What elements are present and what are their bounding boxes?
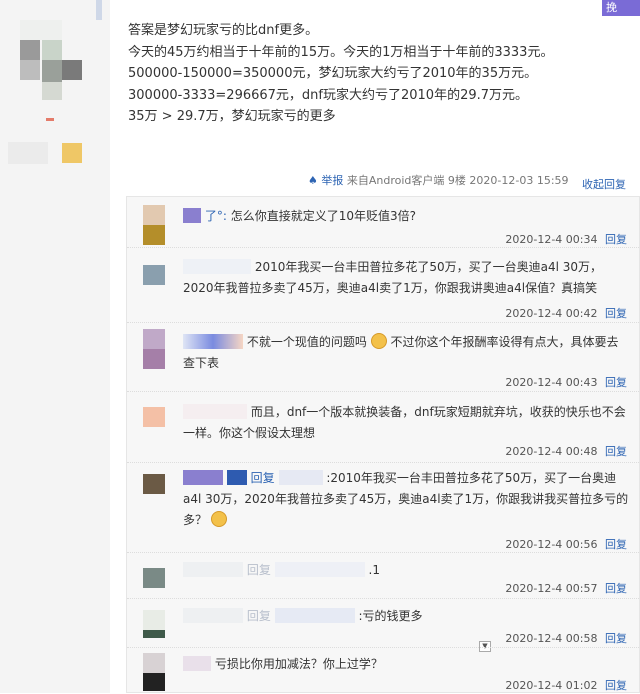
comment-time: 2020-12-4 00:58 xyxy=(505,632,598,645)
left-sidebar xyxy=(0,0,110,693)
username-blur[interactable] xyxy=(183,404,247,419)
collapse-reply-label: 收起回复 xyxy=(582,178,626,191)
username-blur-2[interactable] xyxy=(274,608,355,623)
avatar[interactable] xyxy=(143,568,165,588)
comment-body: :亏的钱更多 xyxy=(358,609,423,623)
post-content: 答案是梦幻玩家亏的比dnf更多。 今天的45万约相当于十年前的15万。今天的1万… xyxy=(128,20,628,128)
comment-time: 2020-12-4 01:02 xyxy=(505,679,598,692)
collapse-reply-link[interactable]: 收起回复 xyxy=(582,176,626,192)
comment-footer: 2020-12-4 00:34 回复 xyxy=(505,231,627,247)
answer-line: 35万 > 29.7万，梦幻玩家亏的更多 xyxy=(128,109,336,125)
reply-link[interactable]: 回复 xyxy=(605,632,627,645)
username-blur[interactable] xyxy=(183,208,201,223)
post-source: 来自Android客户端 xyxy=(346,174,445,187)
avatar[interactable] xyxy=(143,329,165,369)
report-link[interactable]: 举报 xyxy=(321,174,343,187)
float-button[interactable]: 挽 xyxy=(602,0,640,16)
comment-body: 怎么你直接就定义了10年贬值3倍? xyxy=(230,209,416,223)
reply-to[interactable]: 回复 xyxy=(251,471,275,485)
reply-to[interactable]: 回复 xyxy=(247,609,271,623)
comment-body: 亏损比你用加减法？你上过学？ xyxy=(214,657,383,671)
smile-emoji-icon xyxy=(370,333,387,349)
avatar[interactable] xyxy=(143,474,165,494)
post-time: 2020-12-03 15:59 xyxy=(469,174,569,187)
avatar[interactable] xyxy=(143,653,165,691)
username-blur-2[interactable] xyxy=(226,470,247,485)
comment-time: 2020-12-4 00:48 xyxy=(505,445,598,458)
reply-link[interactable]: 回复 xyxy=(605,233,627,246)
reply-link[interactable]: 回复 xyxy=(605,679,627,692)
avatar[interactable] xyxy=(143,205,165,245)
reply-link[interactable]: 回复 xyxy=(605,376,627,389)
comment-time: 2020-12-4 00:34 xyxy=(505,233,598,246)
comment-item: 了°: 怎么你直接就定义了10年贬值3倍? 2020-12-4 00:34 回复 xyxy=(127,197,640,248)
comment-list: 了°: 怎么你直接就定义了10年贬值3倍? 2020-12-4 00:34 回复… xyxy=(126,196,640,693)
username-blur[interactable] xyxy=(183,608,243,623)
answer-line: 300000-3333=296667元，dnf玩家大约亏了2010年的29.7万… xyxy=(128,87,529,103)
username-blur[interactable] xyxy=(183,562,243,577)
comment-time: 2020-12-4 00:56 xyxy=(505,538,598,551)
comment-footer: 2020-12-4 00:48 回复 xyxy=(505,443,627,459)
level-badge-icon xyxy=(62,143,82,163)
avatar[interactable] xyxy=(143,407,165,427)
report-icon[interactable]: ♠ xyxy=(308,174,318,187)
username[interactable]: 了°: xyxy=(205,209,227,223)
comment-item: 而且，dnf一个版本就换装备，dnf玩家短期就弃坑，收获的快乐也不会一样。你这个… xyxy=(127,393,640,652)
sidebar-divider xyxy=(96,0,102,20)
post-meta: ♠ 举报 来自Android客户端 9楼 2020-12-03 15:59 xyxy=(308,172,569,192)
avatar[interactable] xyxy=(143,610,165,638)
comment-text: 不就一个现值的问题吗 不过你这个年报酬率设得有点大，具体要去查下表 xyxy=(183,332,629,374)
comment-text: 亏损比你用加减法？你上过学？ xyxy=(183,654,629,675)
reply-link[interactable]: 回复 xyxy=(605,307,627,320)
comment-time: 2020-12-4 00:57 xyxy=(505,582,598,595)
username-blur-2[interactable] xyxy=(274,562,365,577)
username-blur-3[interactable] xyxy=(278,470,323,485)
float-button-label: 挽 xyxy=(606,1,617,14)
username-blur[interactable] xyxy=(183,656,211,671)
avatar-mosaic xyxy=(20,20,82,100)
comment-text: 回复 :2010年我买一台丰田普拉多花了50万，买了一台奥迪a4l 30万，20… xyxy=(183,468,629,531)
comment-text: 回复 .1 xyxy=(183,560,629,581)
comment-footer: 2020-12-4 00:56 回复 xyxy=(505,536,627,552)
reply-link[interactable]: 回复 xyxy=(605,445,627,458)
username-blur[interactable] xyxy=(183,259,251,274)
comment-body: 而且，dnf一个版本就换装备，dnf玩家短期就弃坑，收获的快乐也不会一样。你这个… xyxy=(183,405,626,440)
username-blur[interactable] xyxy=(183,334,243,349)
comment-footer: 2020-12-4 00:57 回复 xyxy=(505,580,627,596)
avatar[interactable] xyxy=(143,265,165,285)
comment-item: 不就一个现值的问题吗 不过你这个年报酬率设得有点大，具体要去查下表 2020-1… xyxy=(127,324,640,392)
reply-to[interactable]: 回复 xyxy=(247,563,271,577)
comment-item: 回复 .1 2020-12-4 00:57 回复 xyxy=(127,554,640,599)
comment-footer: 2020-12-4 00:42 回复 xyxy=(505,305,627,321)
comment-text: 2010年我买一台丰田普拉多花了50万，买了一台奥迪a4l 30万，2020年我… xyxy=(183,257,629,299)
comment-body: .1 xyxy=(368,563,380,577)
comment-text: 而且，dnf一个版本就换装备，dnf玩家短期就弃坑，收获的快乐也不会一样。你这个… xyxy=(183,402,629,444)
laugh-emoji-icon xyxy=(210,511,227,527)
username-blur[interactable] xyxy=(183,470,223,485)
answer-line: 答案是梦幻玩家亏的比dnf更多。 xyxy=(128,23,319,38)
comment-item: 亏损比你用加减法？你上过学？ 2020-12-4 01:02 回复 xyxy=(127,649,640,694)
floor-number: 9楼 xyxy=(447,174,466,187)
comment-time: 2020-12-4 00:42 xyxy=(505,307,598,320)
comment-footer: 2020-12-4 00:43 回复 xyxy=(505,374,627,390)
comment-footer: 2020-12-4 01:02 回复 xyxy=(505,677,627,693)
answer-line: 500000-150000=350000元，梦幻玩家大约亏了2010年的35万元… xyxy=(128,66,538,82)
comment-footer: 2020-12-4 00:58 回复 xyxy=(505,630,627,646)
comment-item: 回复 :亏的钱更多 2020-12-4 00:58 回复 xyxy=(127,600,640,648)
comment-time: 2020-12-4 00:43 xyxy=(505,376,598,389)
reply-link[interactable]: 回复 xyxy=(605,538,627,551)
comment-text: 了°: 怎么你直接就定义了10年贬值3倍? xyxy=(183,206,629,227)
post-main: 挽 答案是梦幻玩家亏的比dnf更多。 今天的45万约相当于十年前的15万。今天的… xyxy=(110,0,640,693)
comment-body: 不就一个现值的问题吗 xyxy=(246,335,367,349)
level-icon xyxy=(8,142,48,164)
comment-item: 2010年我买一台丰田普拉多花了50万，买了一台奥迪a4l 30万，2020年我… xyxy=(127,249,640,323)
user-badge xyxy=(46,118,54,121)
comment-text: 回复 :亏的钱更多 xyxy=(183,606,629,627)
answer-line: 今天的45万约相当于十年前的15万。今天的1万相当于十年前的3333元。 xyxy=(128,44,554,60)
comment-item: 回复 :2010年我买一台丰田普拉多花了50万，买了一台奥迪a4l 30万，20… xyxy=(127,464,640,553)
reply-link[interactable]: 回复 xyxy=(605,582,627,595)
